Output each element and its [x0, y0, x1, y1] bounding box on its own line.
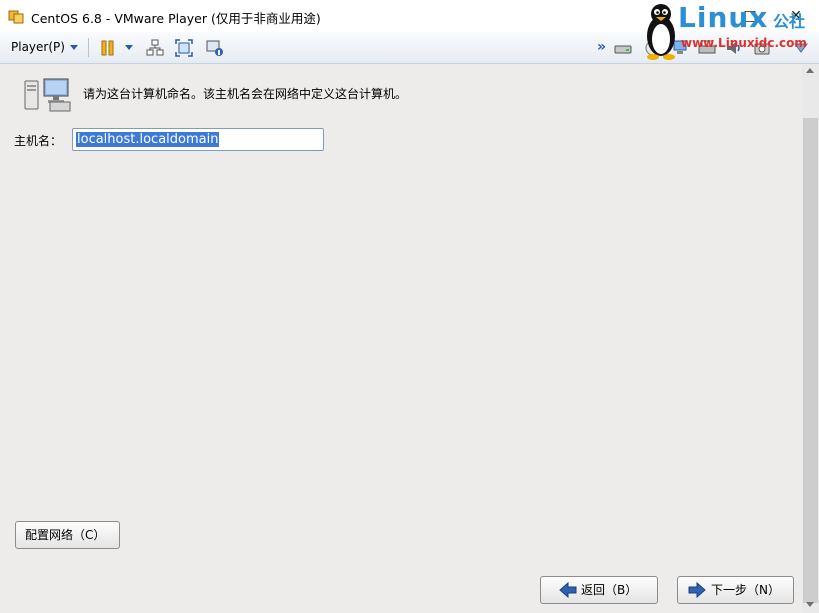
back-button[interactable]: 返回（B）: [540, 576, 658, 604]
scroll-up-arrow-icon[interactable]: [806, 68, 814, 73]
hostname-input[interactable]: localhost.localdomain: [72, 128, 324, 151]
installer-panel: 请为这台计算机命名。该主机名会在网络中定义这台计算机。 主机名： localho…: [0, 64, 802, 613]
next-button[interactable]: 下一步（N）: [677, 576, 794, 604]
toolbar-separator: [88, 38, 89, 57]
logo-brand-text: Linux: [678, 1, 769, 34]
player-menu-dropdown-icon[interactable]: [70, 45, 78, 50]
player-menu[interactable]: Player(P): [11, 40, 65, 54]
unity-icon[interactable]: [206, 39, 224, 57]
back-arrow-icon: [559, 582, 577, 598]
tux-penguin-logo: [647, 4, 675, 60]
scrollbar-thumb[interactable]: [803, 118, 818, 603]
vmware-app-icon: [8, 10, 24, 24]
full-screen-icon[interactable]: [175, 39, 193, 57]
hard-disk-icon[interactable]: [614, 39, 632, 57]
configure-network-label: 配置网络（C）: [25, 528, 106, 542]
send-ctrl-alt-del-icon[interactable]: [146, 39, 164, 57]
hostname-prompt: 请为这台计算机命名。该主机名会在网络中定义这台计算机。: [83, 87, 408, 101]
network-computers-icon: [24, 78, 71, 112]
hostname-label: 主机名：: [14, 134, 63, 148]
linuxidc-watermark: Linux 公社 www.Linuxidc.com: [640, 0, 819, 62]
more-devices-chevron[interactable]: »: [597, 39, 606, 55]
back-label: 返回（B）: [581, 583, 638, 597]
scroll-down-arrow-icon[interactable]: [806, 602, 814, 607]
next-label: 下一步（N）: [711, 583, 780, 597]
window-title: CentOS 6.8 - VMware Player (仅用于非商业用途): [31, 11, 321, 26]
next-arrow-icon: [688, 582, 706, 598]
power-dropdown-icon[interactable]: [125, 45, 133, 50]
hostname-input-selected-text[interactable]: localhost.localdomain: [76, 132, 220, 147]
pause-icon[interactable]: [99, 39, 117, 57]
logo-url: www.Linuxidc.com: [681, 36, 807, 50]
configure-network-button[interactable]: 配置网络（C）: [15, 521, 120, 549]
vertical-scrollbar[interactable]: [802, 64, 819, 613]
logo-brand-cn-text: 公社: [773, 12, 806, 31]
